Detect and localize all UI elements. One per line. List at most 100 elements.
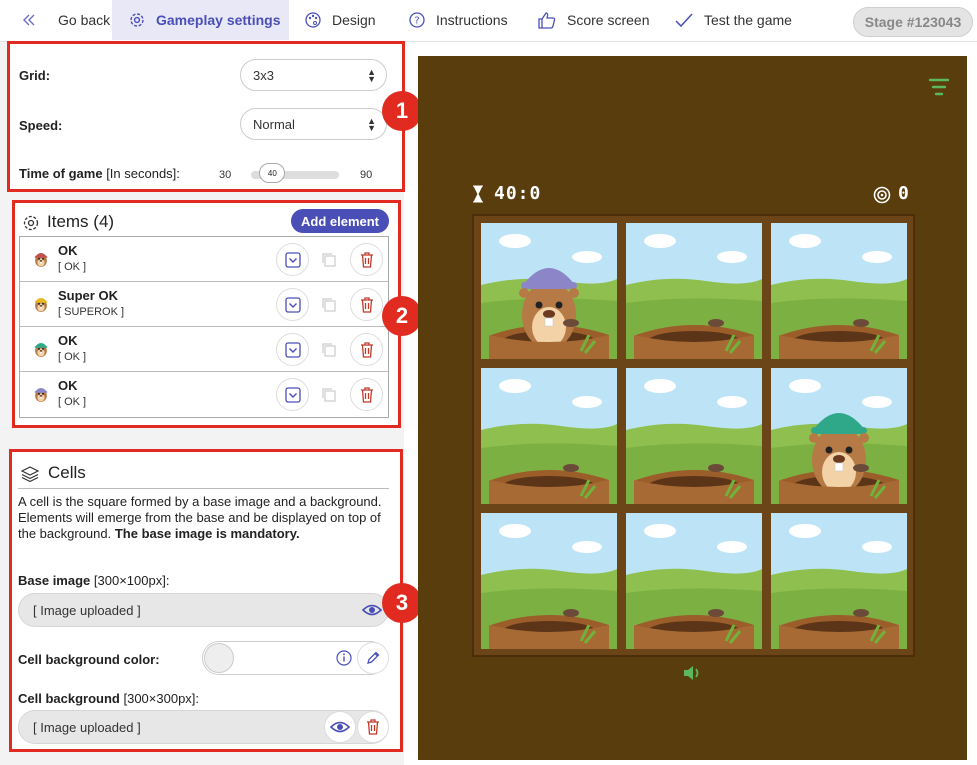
base-image-field[interactable]: [ Image uploaded ] <box>18 593 389 627</box>
duplicate-item-button[interactable] <box>312 288 345 321</box>
select-arrows-icon: ▲ ▼ <box>367 116 376 133</box>
speed-label: Speed: <box>19 118 63 133</box>
chevron-down-box-icon <box>284 341 301 358</box>
divider <box>18 488 389 489</box>
duplicate-item-button[interactable] <box>312 378 345 411</box>
top-nav: Go back Gameplay settings Design ? Instr… <box>0 0 977 42</box>
grid-label: Grid: <box>19 68 51 83</box>
expand-item-button[interactable] <box>276 333 309 366</box>
base-image-label: Base image [300×100px]: <box>18 573 169 588</box>
mole-icon <box>32 383 50 408</box>
trash-icon <box>360 296 373 313</box>
marker-1: 1 <box>382 91 422 131</box>
expand-item-button[interactable] <box>276 288 309 321</box>
tab-test-label: Test the game <box>704 12 792 28</box>
tab-test-game[interactable]: Test the game <box>674 0 792 40</box>
mole-icon <box>32 248 50 273</box>
speed-select[interactable]: Normal ▲ ▼ <box>240 108 387 140</box>
game-cell[interactable] <box>626 513 762 649</box>
time-slider-knob[interactable]: 40 <box>259 163 286 183</box>
time-label-text: Time of game <box>19 166 103 181</box>
chevron-down-box-icon <box>284 296 301 313</box>
delete-item-button[interactable] <box>350 288 383 321</box>
tab-gameplay-label: Gameplay settings <box>156 12 281 28</box>
list-item: OK [ OK ] <box>20 372 388 417</box>
expand-item-button[interactable] <box>276 378 309 411</box>
tab-score-screen[interactable]: Score screen <box>537 0 649 40</box>
gameplay-section: Grid: 3x3 ▲ ▼ Speed: Normal ▲ ▼ Time of ga… <box>7 41 405 192</box>
svg-text:?: ? <box>414 16 419 27</box>
color-swatch[interactable] <box>204 643 234 673</box>
game-cell[interactable] <box>481 368 617 504</box>
trash-icon <box>367 719 379 735</box>
item-name: OK <box>58 243 78 258</box>
game-board <box>472 214 915 657</box>
duplicate-item-button[interactable] <box>312 333 345 366</box>
copy-icon <box>321 387 336 402</box>
item-name: OK <box>58 333 78 348</box>
grid-select[interactable]: 3x3 ▲ ▼ <box>240 59 387 91</box>
game-cell[interactable] <box>626 368 762 504</box>
game-cell[interactable] <box>771 223 907 359</box>
go-back-button[interactable]: Go back <box>22 0 110 40</box>
preview-bg-button[interactable] <box>324 711 356 743</box>
tab-design[interactable]: Design <box>304 0 376 40</box>
marker-2: 2 <box>382 296 422 336</box>
time-unit: [In seconds]: <box>106 166 180 181</box>
game-cell[interactable] <box>771 368 907 504</box>
grid-select-value: 3x3 <box>253 67 274 83</box>
cells-section: Cells A cell is the square formed by a b… <box>9 449 403 752</box>
menu-icon[interactable] <box>928 76 950 98</box>
cells-title: Cells <box>48 463 86 482</box>
select-arrows-icon: ▲ ▼ <box>367 67 376 84</box>
pencil-icon <box>367 651 380 664</box>
items-list: OK [ OK ] Super OK [ SUPEROK ] OK [OK]… <box>19 236 389 418</box>
trash-icon <box>360 341 373 358</box>
speaker-icon[interactable] <box>682 664 702 682</box>
delete-item-button[interactable] <box>350 333 383 366</box>
expand-item-button[interactable] <box>276 243 309 276</box>
copy-icon <box>321 252 336 267</box>
chevron-down-box-icon <box>284 251 301 268</box>
trash-icon <box>360 251 373 268</box>
copy-icon <box>321 297 336 312</box>
add-element-button[interactable]: Add element <box>291 209 389 233</box>
tab-gameplay-settings[interactable]: Gameplay settings <box>112 0 289 40</box>
color-info-button[interactable] <box>329 643 359 673</box>
game-cell[interactable] <box>481 513 617 649</box>
game-cell[interactable] <box>626 223 762 359</box>
base-image-label-text: Base image <box>18 573 91 588</box>
time-min: 30 <box>219 169 232 181</box>
game-cell[interactable] <box>481 223 617 359</box>
target-icon <box>873 186 891 204</box>
tab-instructions[interactable]: ? Instructions <box>408 0 508 40</box>
cells-description-bold: The base image is mandatory. <box>114 526 300 541</box>
time-label: Time of game [In seconds]: <box>19 166 180 181</box>
edit-color-button[interactable] <box>357 642 389 674</box>
hourglass-icon <box>473 185 483 203</box>
cells-description: A cell is the square formed by a base im… <box>18 494 393 542</box>
delete-item-button[interactable] <box>350 243 383 276</box>
items-title: Items (4) <box>47 212 115 231</box>
score-display: 0 <box>898 183 910 204</box>
list-item: OK [ OK ] <box>20 327 388 372</box>
item-name: Super OK <box>58 288 118 303</box>
eye-icon <box>362 604 382 616</box>
list-item: Super OK [ SUPEROK ] <box>20 282 388 327</box>
item-code: [ SUPEROK ] <box>58 306 125 318</box>
info-icon <box>336 650 352 666</box>
layers-icon <box>20 466 40 483</box>
cell-bg-color-label: Cell background color: <box>18 652 160 667</box>
delete-bg-button[interactable] <box>357 711 389 743</box>
speed-select-value: Normal <box>253 116 295 132</box>
game-cell[interactable] <box>771 513 907 649</box>
item-code: [ OK ] <box>58 396 87 408</box>
delete-item-button[interactable] <box>350 378 383 411</box>
eye-icon <box>330 721 350 733</box>
timer-display: 40:0 <box>494 183 542 204</box>
stage-badge: Stage #123043 <box>853 7 973 37</box>
duplicate-item-button[interactable] <box>312 243 345 276</box>
item-code: [ OK ] <box>58 261 87 273</box>
thumbs-up-icon <box>538 12 556 29</box>
palette-icon <box>305 12 321 28</box>
